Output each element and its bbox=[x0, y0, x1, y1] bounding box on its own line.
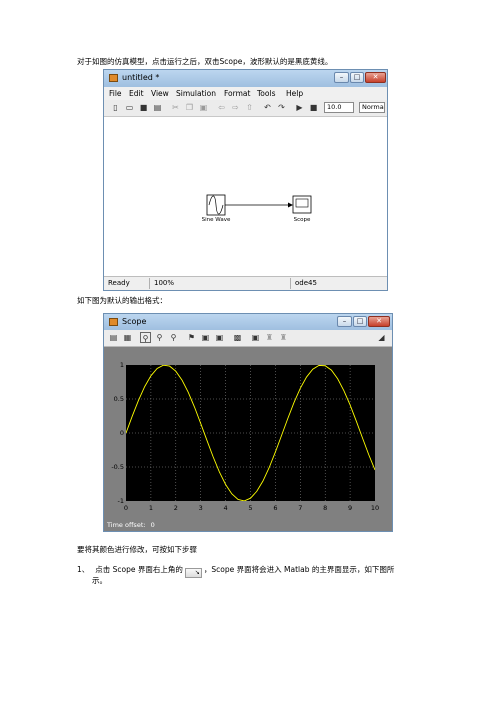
scope-toolbar: ▤ ▦ ⚲ ⚲ ⚲ ⚑ ▣ ▣ ▩ ▣ ♜ ♜ ◢ bbox=[104, 330, 392, 347]
scope-plot-area[interactable] bbox=[125, 364, 376, 502]
open-folder-icon[interactable]: ▭ bbox=[124, 102, 135, 113]
step-1-paragraph: 1、 点击 Scope 界面右上角的 ↘ ，Scope 界面将会进入 Matlab 的… bbox=[77, 565, 394, 578]
y-tick-label: 0.5 bbox=[113, 395, 124, 403]
status-separator bbox=[149, 278, 150, 289]
stop-time-field[interactable]: 10.0 bbox=[324, 102, 354, 113]
save-axes-settings-icon[interactable]: ▣ bbox=[200, 332, 211, 343]
menu-file[interactable]: File bbox=[109, 89, 122, 98]
close-button[interactable]: ✕ bbox=[365, 72, 386, 83]
x-tick-label: 8 bbox=[323, 504, 328, 512]
parameters-icon[interactable]: ▦ bbox=[122, 332, 133, 343]
zoom-icon[interactable]: ⚲ bbox=[140, 332, 151, 343]
model-diagram bbox=[206, 194, 312, 216]
maximize-button[interactable]: □ bbox=[353, 316, 367, 327]
time-offset-value: 0 bbox=[150, 521, 155, 529]
zoom-y-icon[interactable]: ⚲ bbox=[168, 332, 179, 343]
redo-icon[interactable]: ↷ bbox=[276, 102, 287, 113]
start-simulation-icon[interactable]: ▶ bbox=[294, 102, 305, 113]
step-1-number: 1、 bbox=[77, 565, 90, 574]
signal-selection-icon[interactable]: ▣ bbox=[250, 332, 261, 343]
menu-edit[interactable]: Edit bbox=[129, 89, 144, 98]
x-tick-label: 4 bbox=[223, 504, 228, 512]
model-window-title: untitled * bbox=[122, 73, 160, 82]
signal-arrowhead bbox=[288, 202, 293, 208]
back-arrow-icon[interactable]: ⇦ bbox=[216, 102, 227, 113]
copy-icon[interactable]: ❐ bbox=[184, 102, 195, 113]
step-1-continuation: 示。 bbox=[92, 576, 107, 585]
steps-intro-paragraph: 要将其颜色进行修改，可按如下步骤 bbox=[77, 545, 197, 554]
x-tick-label: 0 bbox=[123, 504, 129, 512]
x-tick-label: 1 bbox=[148, 504, 153, 512]
signal-selector-icon[interactable]: ♜ bbox=[278, 332, 289, 343]
intro-paragraph: 对于如图的仿真模型，点击运行之后，双击Scope，波形默认的是黑底黄线。 bbox=[77, 57, 333, 66]
menu-help[interactable]: Help bbox=[286, 89, 303, 98]
minimize-button[interactable]: – bbox=[337, 316, 352, 327]
forward-arrow-icon[interactable]: ⇨ bbox=[230, 102, 241, 113]
cut-icon[interactable]: ✂ bbox=[170, 102, 181, 113]
status-state: Ready bbox=[108, 279, 130, 287]
print-icon[interactable]: ▤ bbox=[108, 332, 119, 343]
time-offset-label: Time offset: bbox=[107, 521, 146, 529]
undock-arrow-icon: ↘ bbox=[184, 568, 202, 578]
scope-block-screen bbox=[295, 198, 309, 208]
model-status-bar: Ready 100% ode45 bbox=[104, 276, 387, 290]
maximize-button[interactable]: □ bbox=[350, 72, 364, 83]
undo-icon[interactable]: ↶ bbox=[262, 102, 273, 113]
simulink-logo-icon bbox=[109, 318, 118, 326]
scope-plot bbox=[125, 364, 376, 502]
menu-simulation[interactable]: Simulation bbox=[176, 89, 216, 98]
lock-axes-icon[interactable]: ♜ bbox=[264, 332, 275, 343]
simulink-model-window: untitled * – □ ✕ File Edit View Simulati… bbox=[103, 69, 388, 291]
minimize-button[interactable]: – bbox=[334, 72, 349, 83]
undock-arrow-icon[interactable]: ◢ bbox=[376, 332, 387, 343]
status-solver: ode45 bbox=[295, 279, 317, 287]
restore-axes-settings-icon[interactable]: ▣ bbox=[214, 332, 225, 343]
scope-title-bar: Scope – □ ✕ bbox=[104, 314, 392, 330]
model-canvas[interactable]: Sine Wave Scope bbox=[104, 117, 387, 277]
zoom-x-icon[interactable]: ⚲ bbox=[154, 332, 165, 343]
time-offset-readout: Time offset: 0 bbox=[107, 521, 155, 529]
sine-series-line bbox=[125, 364, 376, 502]
floating-scope-icon[interactable]: ▩ bbox=[232, 332, 243, 343]
scope-window: Scope – □ ✕ ▤ ▦ ⚲ ⚲ ⚲ ⚑ ▣ ▣ ▩ ▣ ♜ ♜ ◢ 10… bbox=[103, 313, 393, 532]
x-tick-label: 5 bbox=[248, 504, 253, 512]
stop-simulation-icon[interactable]: ■ bbox=[308, 102, 319, 113]
new-model-icon[interactable]: ▯ bbox=[110, 102, 121, 113]
step-1-text-before: 点击 Scope 界面右上角的 bbox=[95, 565, 183, 574]
step-1-text-after: ，Scope 界面将会进入 Matlab 的主界面显示，如下图所 bbox=[203, 565, 395, 574]
menu-view[interactable]: View bbox=[151, 89, 169, 98]
x-tick-label: 7 bbox=[298, 504, 303, 512]
default-format-paragraph: 如下图为默认的输出格式： bbox=[77, 296, 167, 305]
menu-tools[interactable]: Tools bbox=[257, 89, 275, 98]
print-icon[interactable]: ▤ bbox=[152, 102, 163, 113]
sine-wave-block-label: Sine Wave bbox=[201, 217, 231, 223]
save-icon[interactable]: ■ bbox=[138, 102, 149, 113]
close-button[interactable]: ✕ bbox=[368, 316, 390, 327]
menu-format[interactable]: Format bbox=[224, 89, 250, 98]
model-title-bar: untitled * – □ ✕ bbox=[104, 70, 387, 87]
y-tick-label: -0.5 bbox=[111, 463, 124, 471]
model-menu-bar: File Edit View Simulation Format Tools H… bbox=[104, 87, 387, 100]
status-zoom: 100% bbox=[154, 279, 175, 287]
y-tick-label: 1 bbox=[119, 361, 124, 369]
x-tick-label: 9 bbox=[348, 504, 353, 512]
autoscale-icon[interactable]: ⚑ bbox=[186, 332, 197, 343]
scope-block-label: Scope bbox=[293, 217, 311, 223]
x-tick-label: 3 bbox=[198, 504, 203, 512]
paste-icon[interactable]: ▣ bbox=[198, 102, 209, 113]
up-arrow-icon[interactable]: ⇧ bbox=[244, 102, 255, 113]
simulation-mode-select[interactable]: Norma bbox=[359, 102, 385, 113]
y-tick-label: 0 bbox=[119, 429, 124, 437]
x-tick-label: 6 bbox=[273, 504, 278, 512]
x-tick-label: 10 bbox=[370, 504, 380, 512]
status-separator bbox=[290, 278, 291, 289]
simulink-logo-icon bbox=[109, 74, 118, 82]
x-tick-label: 2 bbox=[173, 504, 178, 512]
scope-window-title: Scope bbox=[122, 317, 147, 326]
model-toolbar: ▯ ▭ ■ ▤ ✂ ❐ ▣ ⇦ ⇨ ⇧ ↶ ↷ ▶ ■ 10.0 Norma bbox=[104, 100, 387, 117]
